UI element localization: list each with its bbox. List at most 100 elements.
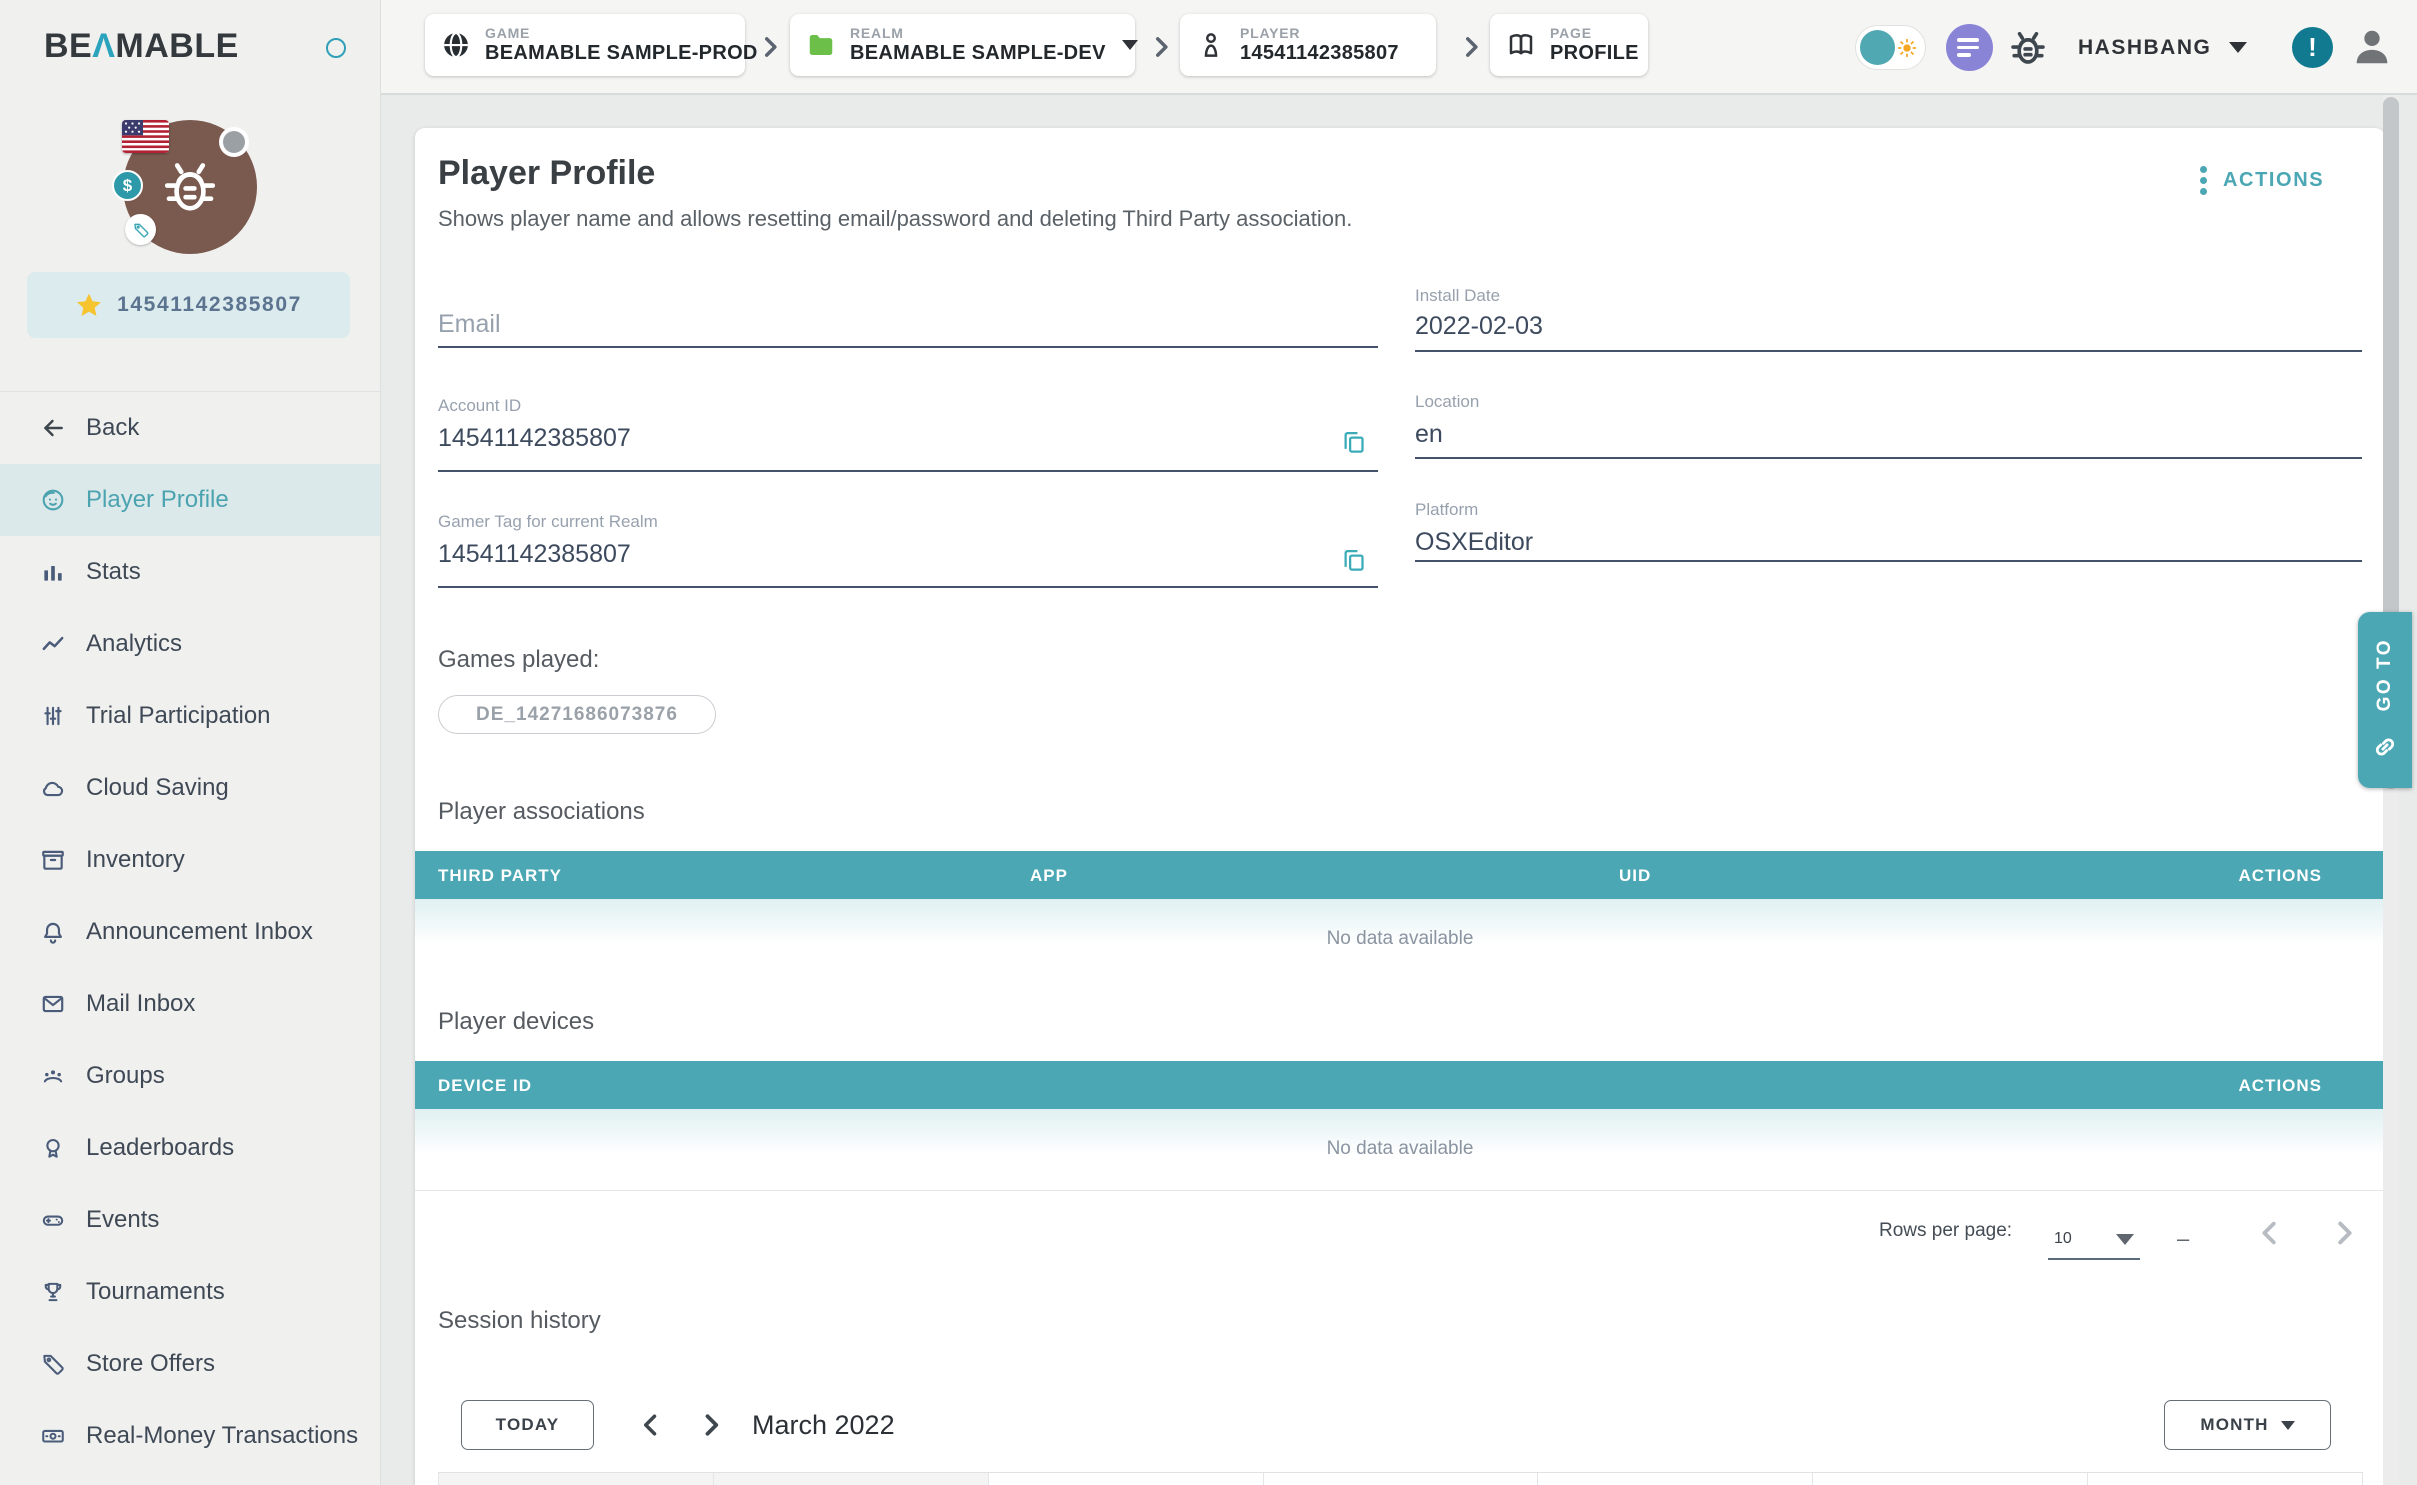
pagination-range: – [2177,1226,2189,1252]
envelope-icon [40,991,66,1017]
alert-button[interactable]: ! [2292,27,2333,68]
goto-label: GO TO [2374,638,2396,711]
player-profile-card: Player Profile Shows player name and all… [415,128,2385,1485]
calendar-month-title: March 2022 [752,1410,895,1441]
calendar-cell[interactable] [1538,1473,1813,1485]
page-title: Player Profile [438,154,655,193]
sidebar-item-player-profile[interactable]: Player Profile [0,464,380,536]
bell-icon [40,919,66,945]
location-value: en [1415,420,1443,449]
calendar-next-icon[interactable] [697,1411,725,1439]
install-date-value: 2022-02-03 [1415,312,1543,341]
calendar-view-select[interactable]: MONTH [2164,1400,2331,1450]
calendar-cell[interactable] [438,1473,714,1485]
chevron-down-icon [2281,1421,2295,1430]
kebab-menu-icon [2200,162,2207,199]
globe-icon [441,30,471,60]
actions-button[interactable]: ACTIONS [2200,162,2324,199]
copy-gamer-tag-icon[interactable] [1340,546,1367,573]
calendar-grid-partial [438,1472,2363,1485]
inventory-box-icon [40,847,66,873]
account-id-value: 14541142385807 [438,424,631,453]
logo-caret-icon: Λ [92,27,115,65]
bar-chart-icon [40,559,66,585]
medal-icon [40,1135,66,1161]
rows-per-page-select[interactable]: 10 [2048,1220,2140,1260]
beamable-portal: BEΛMABLE $ 14541142385807 Back Player Pr… [0,0,2417,1485]
arrow-left-icon [40,415,66,441]
beamable-logo: BEΛMABLE [44,27,239,66]
associations-table-header: THIRD PARTY APP UID ACTIONS [415,851,2385,899]
top-bar: GAMEBEAMABLE SAMPLE-PROD REALMBEAMABLE S… [381,0,2417,95]
calendar-cell[interactable] [1264,1473,1539,1485]
gamer-tag-label: Gamer Tag for current Realm [438,512,658,532]
sidebar-item-mail-inbox[interactable]: Mail Inbox [0,968,380,1040]
sidebar-item-groups[interactable]: Groups [0,1040,380,1112]
page-book-icon [1506,30,1536,60]
face-icon [40,487,66,513]
tag-icon [40,1351,66,1377]
devices-title: Player devices [438,1008,594,1036]
calendar-cell[interactable] [1813,1473,2088,1485]
cloud-icon [40,775,66,801]
bug-report-button[interactable] [2005,25,2051,71]
sidebar-item-back[interactable]: Back [0,392,380,464]
sidebar-item-real-money-transactions[interactable]: Real-Money Transactions [0,1400,380,1472]
account-icon[interactable] [2349,24,2395,70]
chevron-right-icon [1458,34,1484,60]
presence-badge-icon [219,127,249,157]
copy-account-id-icon[interactable] [1340,428,1367,455]
sidebar-item-trial-participation[interactable]: Trial Participation [0,680,380,752]
install-date-label: Install Date [1415,286,1500,306]
player-icon [1196,30,1226,60]
trophy-icon [40,1279,66,1305]
associations-title: Player associations [438,798,645,826]
theme-toggle[interactable] [1855,25,1926,70]
sidebar-item-announcement-inbox[interactable]: Announcement Inbox [0,896,380,968]
connection-status-icon [326,38,346,58]
sidebar-item-leaderboards[interactable]: Leaderboards [0,1112,380,1184]
sun-icon [1896,37,1918,59]
calendar-prev-icon[interactable] [637,1411,665,1439]
sidebar-item-cloud-saving[interactable]: Cloud Saving [0,752,380,824]
changelog-menu-button[interactable] [1946,24,1993,71]
folder-icon [806,30,836,60]
sidebar-item-events[interactable]: Events [0,1184,380,1256]
goto-tab[interactable]: GO TO [2358,612,2412,788]
cash-icon [40,1423,66,1449]
games-played-label: Games played: [438,646,599,674]
chevron-right-icon [1148,34,1174,60]
breadcrumb-page-chip[interactable]: PAGEPROFILE [1490,14,1648,76]
next-page-icon[interactable] [2329,1218,2359,1248]
calendar-cell[interactable] [2088,1473,2363,1485]
previous-page-icon[interactable] [2255,1218,2285,1248]
account-id-label: Account ID [438,396,521,416]
devices-empty-state: No data available [415,1138,2385,1160]
rows-per-page-label: Rows per page: [1879,1220,2012,1242]
link-icon [2370,732,2400,762]
sliders-icon [40,703,66,729]
calendar-cell[interactable] [714,1473,989,1485]
sidebar-item-tournaments[interactable]: Tournaments [0,1256,380,1328]
org-switcher[interactable]: HASHBANG [2078,0,2247,95]
chevron-down-icon [1122,40,1138,50]
sidebar-item-analytics[interactable]: Analytics [0,608,380,680]
breadcrumb-player-chip[interactable]: PLAYER14541142385807 [1180,14,1436,76]
sidebar-item-inventory[interactable]: Inventory [0,824,380,896]
breadcrumb-realm-chip[interactable]: REALMBEAMABLE SAMPLE-DEV [790,14,1135,76]
games-played-chip[interactable]: DE_14271686073876 [438,695,716,734]
platform-value: OSXEditor [1415,528,1533,557]
chevron-down-icon [2229,42,2247,53]
tag-badge-icon [125,214,156,245]
sidebar-item-stats[interactable]: Stats [0,536,380,608]
breadcrumb-game-chip[interactable]: GAMEBEAMABLE SAMPLE-PROD [425,14,745,76]
currency-badge-icon: $ [112,170,143,201]
email-field[interactable] [438,302,1378,348]
calendar-cell[interactable] [989,1473,1264,1485]
player-id-text: 14541142385807 [117,293,302,317]
player-id-badge[interactable]: 14541142385807 [27,272,350,338]
sidebar-item-store-offers[interactable]: Store Offers [0,1328,380,1400]
controller-icon [40,1207,66,1233]
theme-toggle-knob [1860,30,1895,65]
today-button[interactable]: TODAY [461,1400,594,1450]
